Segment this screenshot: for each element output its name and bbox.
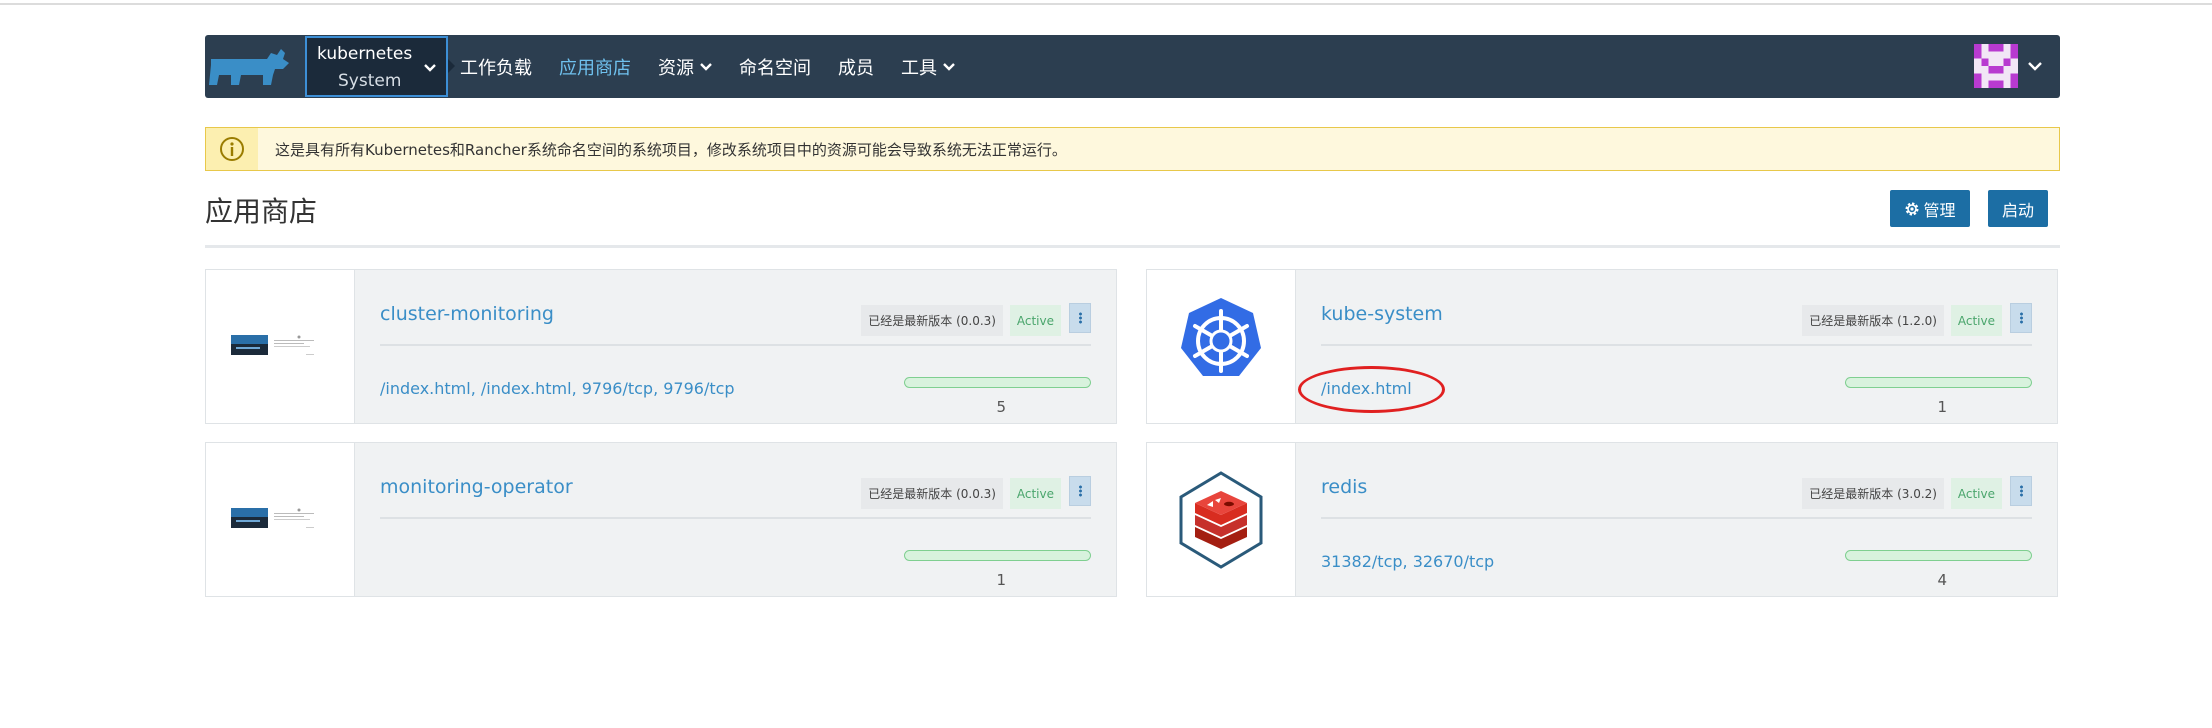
user-avatar[interactable] — [1974, 44, 2018, 88]
nav-label: 资源 — [658, 57, 694, 79]
cluster-name: kubernetes — [317, 44, 413, 64]
app-thumbnail — [206, 443, 355, 596]
more-actions-button[interactable] — [2010, 303, 2032, 333]
nav-members[interactable]: 成员 — [838, 54, 874, 80]
manage-label: 管理 — [1923, 200, 1956, 220]
card-divider — [1321, 517, 2032, 519]
version-label: 已经是最新版本 (3.0.2) — [1802, 478, 1944, 509]
pod-status-bar — [1845, 377, 2032, 388]
version-label: 已经是最新版本 (0.0.3) — [861, 478, 1003, 509]
warning-text: 这是具有所有Kubernetes和Rancher系统命名空间的系统项目，修改系统… — [275, 141, 1067, 159]
nav-catalog-apps[interactable]: 应用商店 — [559, 54, 631, 80]
chevron-down-icon — [943, 62, 955, 71]
app-card-redis: redis 已经是最新版本 (3.0.2) Active 31382/tcp, … — [1146, 442, 2058, 597]
pod-count: 5 — [996, 398, 1006, 416]
nav-workloads[interactable]: 工作负载 — [460, 54, 532, 80]
top-nav-bar: kubernetes System 工作负载 应用商店 资源 命名空间 成员 工… — [205, 35, 2060, 98]
app-thumbnail — [1147, 270, 1296, 423]
manage-button[interactable]: 管理 — [1890, 190, 1970, 227]
nav-tools[interactable]: 工具 — [901, 54, 955, 80]
app-thumbnail — [206, 270, 355, 423]
nav-label: 命名空间 — [739, 57, 811, 79]
endpoint-links[interactable]: 31382/tcp, 32670/tcp — [1321, 552, 1494, 571]
app-card-kube-system: kube-system 已经是最新版本 (1.2.0) Active /inde… — [1146, 269, 2058, 424]
monitoring-thumbnail-icon — [231, 335, 314, 355]
endpoint-links[interactable]: /index.html, /index.html, 9796/tcp, 9796… — [380, 379, 735, 398]
nav-label: 工作负载 — [460, 57, 532, 79]
app-name-link[interactable]: monitoring-operator — [380, 476, 573, 498]
kebab-icon — [2019, 312, 2023, 324]
card-divider — [380, 344, 1091, 346]
nav-label: 成员 — [838, 57, 874, 79]
nav-namespaces[interactable]: 命名空间 — [739, 54, 811, 80]
status-badge: Active — [1009, 305, 1061, 336]
kebab-icon — [2019, 485, 2023, 497]
monitoring-thumbnail-icon — [231, 508, 314, 528]
app-card-cluster-monitoring: cluster-monitoring 已经是最新版本 (0.0.3) Activ… — [205, 269, 1117, 424]
kebab-icon — [1078, 312, 1082, 324]
app-name-link[interactable]: redis — [1321, 476, 1367, 498]
rancher-logo-icon[interactable] — [205, 45, 293, 91]
app-card-monitoring-operator: monitoring-operator 已经是最新版本 (0.0.3) Acti… — [205, 442, 1117, 597]
more-actions-button[interactable] — [1069, 476, 1091, 506]
kubernetes-helm-icon — [1181, 298, 1261, 376]
warning-icon-box — [206, 128, 258, 170]
app-name-link[interactable]: kube-system — [1321, 303, 1443, 325]
status-badge: Active — [1950, 305, 2002, 336]
nav-label: 工具 — [901, 57, 937, 79]
status-badge: Active — [1009, 478, 1061, 509]
more-actions-button[interactable] — [1069, 303, 1091, 333]
version-label: 已经是最新版本 (1.2.0) — [1802, 305, 1944, 336]
card-divider — [1321, 344, 2032, 346]
main-nav: 工作负载 应用商店 资源 命名空间 成员 工具 — [460, 35, 982, 98]
pod-count: 1 — [996, 571, 1006, 589]
annotation-circle — [1298, 366, 1445, 413]
kebab-icon — [1078, 485, 1082, 497]
pod-status-bar — [904, 550, 1091, 561]
launch-label: 启动 — [2001, 200, 2034, 220]
launch-button[interactable]: 启动 — [1988, 190, 2048, 227]
chevron-down-icon — [700, 62, 712, 71]
more-actions-button[interactable] — [2010, 476, 2032, 506]
info-icon — [220, 137, 244, 161]
redis-icon — [1179, 471, 1263, 569]
project-name: System — [338, 71, 402, 91]
pod-count: 4 — [1937, 571, 1947, 589]
nav-label: 应用商店 — [559, 57, 631, 79]
nav-resources[interactable]: 资源 — [658, 54, 712, 80]
top-border — [0, 0, 2212, 5]
cluster-project-selector[interactable]: kubernetes System — [305, 36, 448, 97]
card-divider — [380, 517, 1091, 519]
page-title: 应用商店 — [205, 195, 318, 228]
version-label: 已经是最新版本 (0.0.3) — [861, 305, 1003, 336]
chevron-down-icon — [424, 64, 436, 72]
gear-icon — [1905, 202, 1919, 215]
app-thumbnail — [1147, 443, 1296, 596]
pod-status-bar — [904, 377, 1091, 388]
section-divider — [205, 245, 2060, 248]
pod-count: 1 — [1937, 398, 1947, 416]
system-project-warning: 这是具有所有Kubernetes和Rancher系统命名空间的系统项目，修改系统… — [205, 127, 2060, 171]
pod-status-bar — [1845, 550, 2032, 561]
status-badge: Active — [1950, 478, 2002, 509]
selector-arrow — [448, 59, 455, 73]
chevron-down-icon[interactable] — [2028, 59, 2042, 73]
app-name-link[interactable]: cluster-monitoring — [380, 303, 554, 325]
